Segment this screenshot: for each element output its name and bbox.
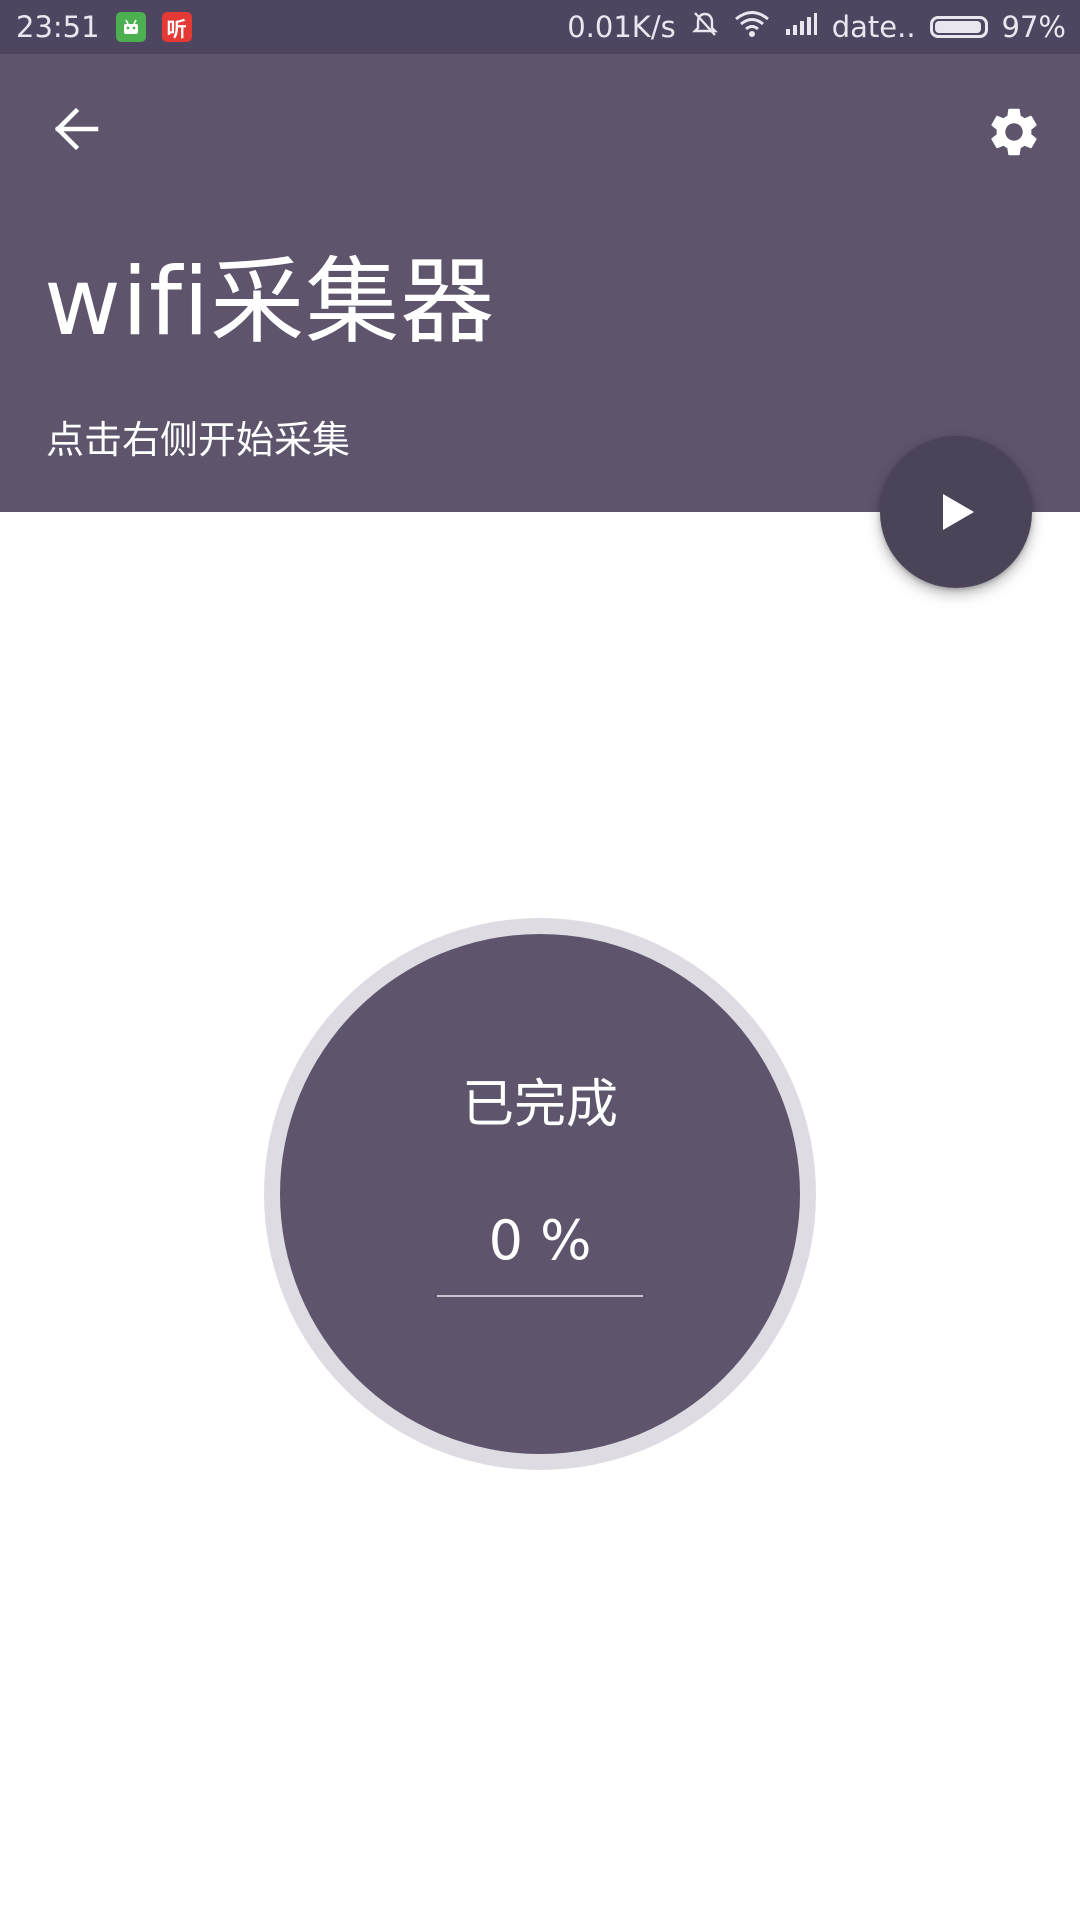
progress-circle (280, 934, 800, 1454)
status-time: 23:51 (16, 10, 100, 44)
listen-app-glyph: 听 (166, 16, 187, 41)
status-bar: 23:51 听 0.01K/s date.. 97% (0, 0, 1080, 54)
back-button[interactable] (42, 96, 108, 162)
battery-fill (934, 21, 982, 33)
battery-icon (929, 16, 988, 38)
carrier-label: date.. (831, 10, 916, 44)
mute-icon (690, 9, 720, 46)
start-collect-button[interactable] (880, 436, 1032, 588)
screen: 23:51 听 0.01K/s date.. 97% wifi采集器 点击右侧开… (0, 0, 1080, 1920)
play-icon (943, 494, 974, 530)
page-subtitle: 点击右侧开始采集 (46, 418, 351, 462)
page-title: wifi采集器 (44, 248, 496, 357)
progress-value: 0 % (488, 1209, 592, 1272)
battery-percent: 97% (1001, 10, 1066, 44)
listen-app-icon: 听 (161, 12, 192, 42)
gear-icon (991, 108, 1037, 156)
wifi-icon (734, 10, 770, 45)
settings-button[interactable] (978, 96, 1050, 168)
progress-underline (437, 1295, 643, 1297)
status-left: 23:51 听 (16, 0, 192, 54)
signal-icon (784, 10, 818, 44)
android-icon (115, 12, 146, 42)
arrow-left-icon (54, 107, 99, 151)
status-right: 0.01K/s date.. 97% (567, 0, 1066, 54)
progress-label: 已完成 (461, 1075, 618, 1135)
net-speed: 0.01K/s (567, 10, 676, 44)
